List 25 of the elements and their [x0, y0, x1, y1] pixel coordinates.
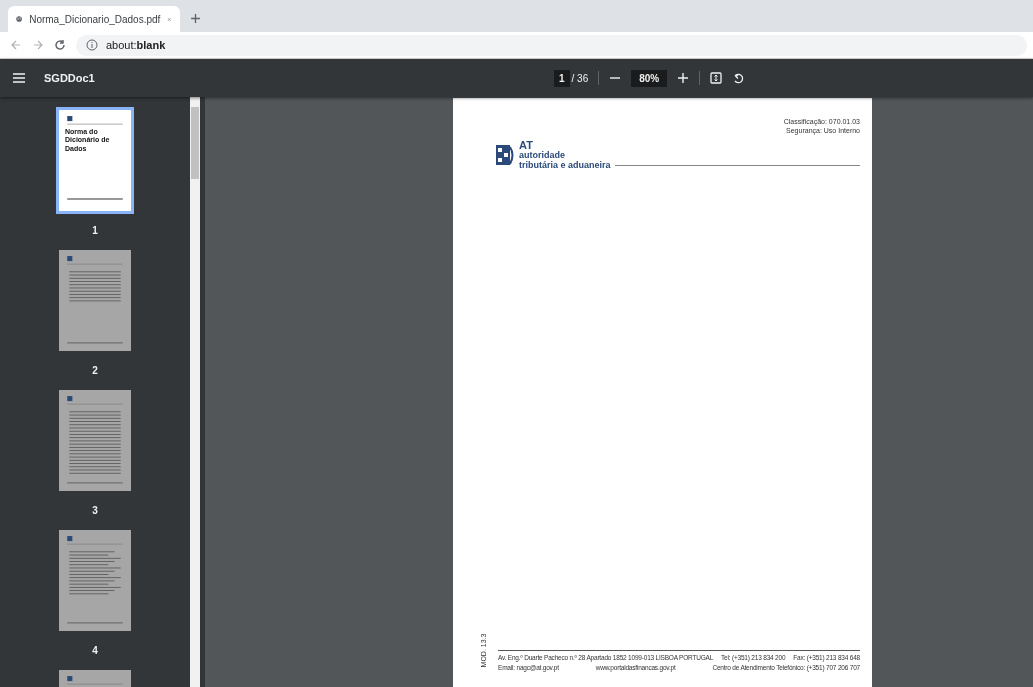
logo-text: AT [519, 140, 534, 151]
scrollbar[interactable] [190, 97, 200, 687]
new-tab-icon[interactable] [190, 13, 201, 24]
menu-icon[interactable] [12, 72, 26, 84]
logo-text: tributária e aduaneira [519, 160, 611, 171]
scrollbar-thumb[interactable] [191, 107, 199, 179]
info-icon [86, 39, 98, 51]
globe-icon [16, 13, 23, 25]
browser-tab[interactable]: Norma_Dicionario_Dados.pdf [8, 6, 180, 32]
reload-icon[interactable] [54, 39, 66, 51]
rotate-icon[interactable] [732, 72, 745, 84]
page-number-label: 4 [92, 645, 98, 656]
page-number-label: 1 [92, 225, 98, 236]
tab-title: Norma_Dicionario_Dados.pdf [29, 13, 161, 25]
address-bar[interactable]: about:blank [76, 34, 1027, 56]
page-number-label: 3 [92, 505, 98, 516]
page-total: / 36 [571, 72, 589, 84]
fit-page-icon[interactable] [710, 72, 723, 84]
page-number-label: 2 [92, 365, 98, 376]
page-number-field[interactable]: 1 [554, 69, 570, 87]
logo-text: autoridade [519, 151, 566, 161]
zoom-field[interactable]: 80% [631, 69, 668, 87]
document-title: SGDDoc1 [44, 72, 95, 84]
zoom-in-icon[interactable] [677, 72, 690, 84]
address-text: about:blank [106, 39, 166, 51]
